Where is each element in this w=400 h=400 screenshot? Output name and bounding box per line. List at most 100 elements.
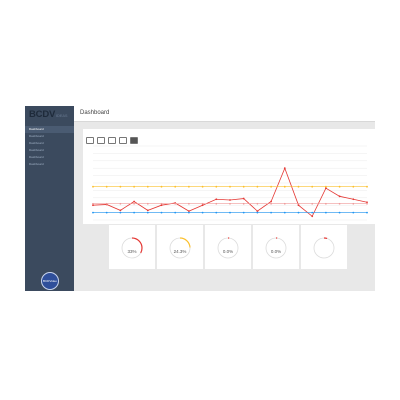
data-point[interactable]: [297, 185, 300, 188]
data-point[interactable]: [366, 211, 368, 214]
data-point[interactable]: [92, 185, 94, 188]
data-point[interactable]: [270, 211, 272, 214]
range-chip-4[interactable]: [130, 137, 138, 144]
data-point[interactable]: [105, 211, 108, 214]
data-point[interactable]: [160, 185, 163, 188]
range-chip-0[interactable]: [86, 137, 94, 144]
sidebar-item-5[interactable]: Dashboard: [25, 161, 74, 168]
data-point[interactable]: [338, 211, 341, 214]
data-point[interactable]: [338, 202, 341, 205]
range-chip-3[interactable]: [119, 137, 127, 144]
data-point[interactable]: [174, 211, 177, 214]
data-point[interactable]: [283, 211, 286, 214]
data-point[interactable]: [215, 211, 218, 214]
gauge-track: [217, 237, 239, 259]
data-point[interactable]: [325, 185, 327, 188]
data-point[interactable]: [201, 202, 204, 205]
data-point[interactable]: [311, 185, 314, 188]
gauge-ring: [217, 237, 239, 259]
data-point[interactable]: [201, 185, 204, 188]
data-point[interactable]: [283, 167, 286, 170]
data-point[interactable]: [256, 185, 259, 188]
gauge-track: [265, 237, 287, 259]
data-point[interactable]: [146, 211, 149, 214]
data-point[interactable]: [297, 202, 300, 205]
data-point[interactable]: [242, 202, 245, 205]
range-chips: [86, 137, 138, 144]
data-point[interactable]: [119, 211, 122, 214]
data-point[interactable]: [242, 197, 245, 200]
chart-card: [83, 129, 375, 224]
data-point[interactable]: [92, 202, 94, 205]
data-point[interactable]: [215, 198, 218, 201]
data-point[interactable]: [133, 200, 135, 203]
data-point[interactable]: [256, 211, 259, 214]
sidebar-item-4[interactable]: Dashboard: [25, 154, 74, 161]
data-point[interactable]: [229, 185, 231, 188]
sidebar-nav: Dashboard Dashboard Dashboard Dashboard Dash…: [25, 126, 74, 168]
sidebar-item-2[interactable]: Dashboard: [25, 140, 74, 147]
data-point[interactable]: [119, 202, 122, 205]
stat-value: 0.0%: [222, 249, 234, 254]
sidebar-item-1[interactable]: Dashboard: [25, 133, 74, 140]
data-point[interactable]: [146, 209, 149, 212]
data-point[interactable]: [105, 202, 108, 205]
data-point[interactable]: [338, 195, 341, 198]
data-point[interactable]: [133, 202, 135, 205]
stat-card-0: 33%: [109, 225, 155, 269]
data-point[interactable]: [270, 202, 272, 205]
data-point[interactable]: [174, 202, 177, 205]
data-point[interactable]: [229, 202, 231, 205]
data-point[interactable]: [215, 202, 218, 205]
data-point[interactable]: [352, 202, 355, 205]
data-point[interactable]: [256, 202, 259, 205]
data-point[interactable]: [242, 185, 245, 188]
line-chart: [92, 145, 368, 221]
data-point[interactable]: [105, 185, 108, 188]
data-point[interactable]: [174, 185, 177, 188]
data-point[interactable]: [311, 202, 314, 205]
data-point[interactable]: [201, 211, 204, 214]
data-point[interactable]: [283, 185, 286, 188]
data-point[interactable]: [92, 211, 94, 214]
stat-card-4: [301, 225, 347, 269]
app-window: BCDVIDEAS Dashboard Dashboard Dashboard Das…: [25, 106, 375, 291]
data-point[interactable]: [366, 185, 368, 188]
data-point[interactable]: [270, 185, 272, 188]
sidebar: BCDVIDEAS Dashboard Dashboard Dashboard Das…: [25, 106, 74, 291]
gauge-ring: [169, 237, 191, 259]
range-chip-1[interactable]: [97, 137, 105, 144]
data-point[interactable]: [283, 202, 286, 205]
data-point[interactable]: [352, 198, 355, 201]
data-point[interactable]: [133, 211, 135, 214]
data-point[interactable]: [215, 185, 218, 188]
sidebar-item-0[interactable]: Dashboard: [25, 126, 74, 133]
data-point[interactable]: [311, 215, 314, 218]
data-point[interactable]: [311, 211, 314, 214]
data-point[interactable]: [229, 199, 231, 201]
data-point[interactable]: [160, 211, 163, 214]
data-point[interactable]: [188, 185, 190, 188]
data-point[interactable]: [229, 211, 231, 214]
data-point[interactable]: [146, 202, 149, 205]
data-point[interactable]: [242, 211, 245, 214]
data-point[interactable]: [366, 202, 368, 205]
data-point[interactable]: [188, 211, 190, 214]
data-point[interactable]: [270, 200, 272, 203]
data-point[interactable]: [188, 202, 190, 205]
data-point[interactable]: [325, 211, 327, 214]
data-point[interactable]: [119, 209, 122, 212]
range-chip-2[interactable]: [108, 137, 116, 144]
data-point[interactable]: [338, 185, 341, 188]
data-point[interactable]: [119, 185, 122, 188]
stat-card-2: 0.0%: [205, 225, 251, 269]
data-point[interactable]: [297, 211, 300, 214]
data-point[interactable]: [352, 185, 355, 188]
data-point[interactable]: [160, 202, 163, 205]
data-point[interactable]: [325, 202, 327, 205]
sidebar-item-3[interactable]: Dashboard: [25, 147, 74, 154]
data-point[interactable]: [133, 185, 135, 188]
data-point[interactable]: [146, 185, 149, 188]
data-point[interactable]: [352, 211, 355, 214]
topbar: Dashboard: [74, 106, 375, 122]
